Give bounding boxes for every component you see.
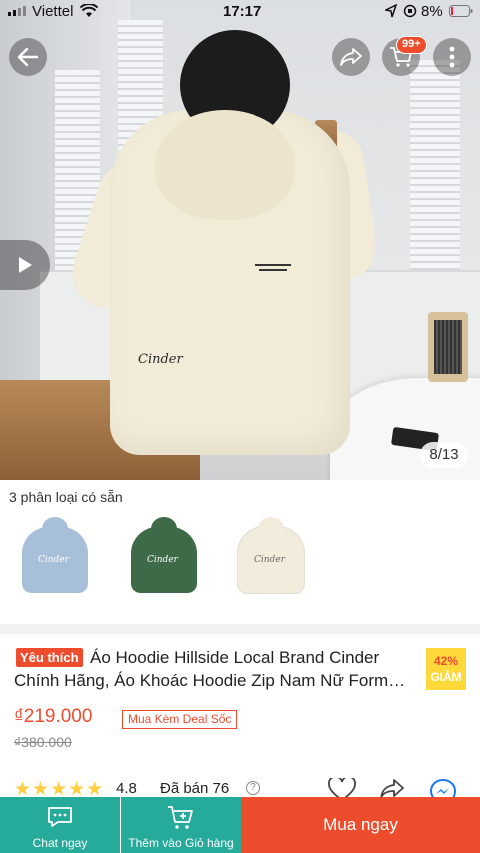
play-video-button[interactable] — [0, 240, 50, 290]
chat-icon — [48, 807, 72, 827]
location-icon — [385, 4, 397, 18]
favorite-tag: Yêu thích — [16, 648, 83, 667]
buy-now-button[interactable]: Mua ngay — [241, 797, 480, 853]
variant-hoodie-cream: Cinder — [238, 517, 304, 593]
rating-value: 4.8 — [116, 780, 137, 797]
variant-print: Cinder — [38, 555, 69, 565]
share-button[interactable] — [332, 38, 370, 76]
status-bar: Viettel 17:17 8% — [0, 0, 480, 24]
add-to-cart-label: Thêm vào Giỏ hàng — [128, 836, 234, 850]
variant-thumb[interactable]: Cinder — [9, 514, 101, 606]
more-options-button[interactable] — [433, 38, 471, 76]
cart-count-badge: 99+ — [396, 36, 427, 54]
image-counter: 8/13 — [420, 442, 468, 468]
hoodie-back-print — [255, 262, 295, 279]
orientation-lock-icon — [403, 4, 417, 18]
hoodie-hood — [155, 110, 295, 220]
battery-icon — [449, 5, 473, 17]
add-cart-icon-wrap — [121, 805, 241, 831]
battery-percent: 8% — [421, 3, 443, 20]
speaker — [428, 312, 468, 382]
variant-print: Cinder — [254, 555, 285, 565]
add-to-cart-icon — [168, 806, 193, 829]
carrier: Viettel — [32, 3, 74, 20]
chat-now-button[interactable]: Chat ngay — [0, 797, 120, 853]
back-button[interactable] — [9, 38, 47, 76]
arrow-left-icon — [17, 47, 39, 67]
original-price: ₫380.000 — [14, 734, 72, 750]
variant-thumb[interactable]: Cinder — [225, 514, 317, 606]
variant-thumb[interactable]: Cinder — [118, 514, 210, 606]
discount-badge: 42% GIẢM — [426, 648, 466, 690]
hoodie-print: Cinder — [138, 352, 183, 367]
current-price: ₫219.000 — [14, 706, 93, 727]
window-blind — [410, 60, 460, 290]
chat-icon-wrap — [0, 805, 120, 829]
sold-count: Đã bán 76 — [160, 780, 230, 797]
section-divider — [0, 624, 480, 634]
clock: 17:17 — [223, 3, 262, 20]
variant-hoodie-green: Cinder — [131, 517, 197, 593]
more-vertical-icon — [449, 46, 455, 68]
variant-hoodie-blue: Cinder — [22, 517, 88, 593]
discount-percent: 42% — [433, 654, 459, 668]
discount-label: GIẢM — [430, 670, 462, 684]
variant-count-label: 3 phân loại có sẵn — [9, 489, 123, 505]
variant-print: Cinder — [147, 555, 178, 565]
help-icon[interactable]: ? — [246, 781, 260, 795]
deal-tag[interactable]: Mua Kèm Deal Sốc — [122, 710, 238, 729]
wifi-icon — [80, 4, 98, 17]
play-icon — [19, 257, 32, 273]
add-to-cart-button[interactable]: Thêm vào Giỏ hàng — [121, 797, 241, 853]
chat-now-label: Chat ngay — [32, 836, 88, 850]
product-page: Cinder Viettel 17:17 8% 99+ 8/13 3 phân … — [0, 0, 480, 853]
share-icon — [340, 48, 362, 66]
bottom-action-bar: Chat ngay Thêm vào Giỏ hàng Mua ngay — [0, 797, 480, 853]
